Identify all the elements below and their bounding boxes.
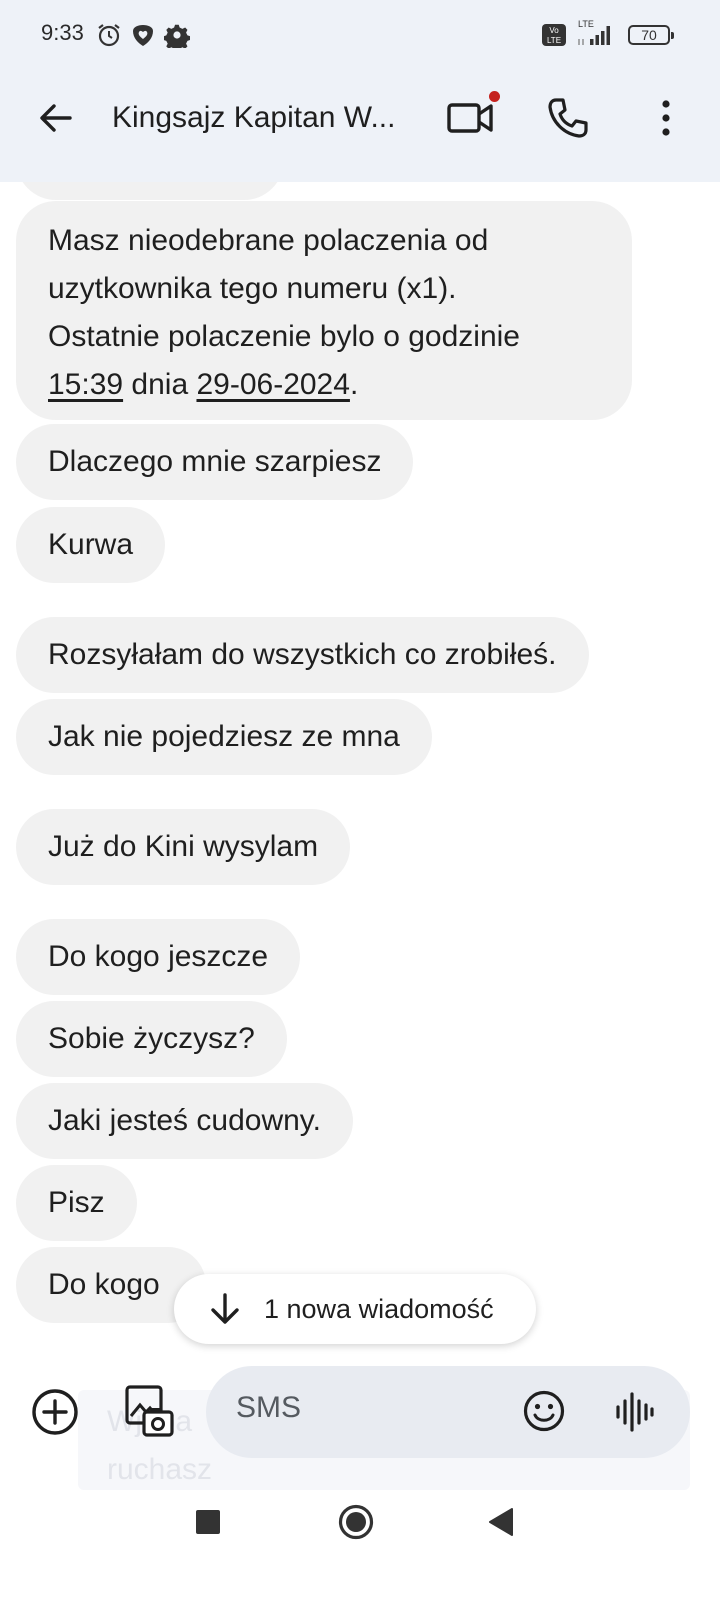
- message-bubble[interactable]: Już do Kini wysylam: [16, 809, 351, 885]
- message-compose-field[interactable]: SMS: [206, 1366, 690, 1458]
- message-bubble[interactable]: Do kogo jeszcze: [16, 919, 301, 995]
- message-text: Dlaczego mnie szarpiesz: [48, 445, 382, 478]
- message-line: Masz nieodebrane polaczenia od: [48, 224, 489, 257]
- nav-back-icon[interactable]: [486, 1506, 516, 1538]
- back-arrow-icon[interactable]: [36, 98, 76, 138]
- arrow-down-icon: [211, 1293, 239, 1324]
- message-bubble[interactable]: Jak nie pojedziesz ze mna: [16, 699, 432, 775]
- message-text: Rozsyłałam do wszystkich co zrobiłeś.: [48, 638, 557, 671]
- emoji-icon[interactable]: [522, 1389, 566, 1433]
- ghost-line: ruchasz: [107, 1453, 213, 1486]
- recents-icon[interactable]: [196, 1510, 220, 1534]
- time-link[interactable]: 15:39: [48, 368, 123, 401]
- message-line: uzytkownika tego numeru (x1).: [48, 272, 457, 305]
- date-link[interactable]: 29-06-2024: [196, 368, 349, 401]
- gallery-camera-icon[interactable]: [124, 1384, 174, 1438]
- status-time: 9:33: [41, 20, 84, 45]
- lte-signal-icon: LTE: [578, 19, 610, 45]
- message-text: .: [349, 368, 359, 401]
- message-text: Jaki jesteś cudowny.: [48, 1104, 321, 1137]
- video-call-icon[interactable]: [446, 96, 496, 140]
- svg-text:Vo: Vo: [549, 26, 559, 35]
- message-bubble[interactable]: Rozsyłałam do wszystkich co zrobiłeś.: [16, 617, 589, 693]
- message-bubble[interactable]: Sobie życzysz?: [16, 1001, 287, 1077]
- home-icon[interactable]: [338, 1504, 374, 1540]
- message-line: 15:39 dnia 29-06-2024.: [48, 361, 600, 409]
- volte-icon: Vo LTE: [542, 24, 566, 46]
- svg-text:LTE: LTE: [578, 19, 594, 29]
- message-text: Sobie życzysz?: [48, 1022, 255, 1055]
- phone-icon[interactable]: [546, 96, 590, 140]
- top-bar: 9:33 Vo LTE LTE 70 Kingsajz Kapitan W...: [0, 0, 720, 182]
- message-text: Do kogo jeszcze: [48, 940, 269, 973]
- new-message-label: 1 nowa wiadomość: [264, 1293, 494, 1324]
- svg-text:LTE: LTE: [547, 36, 561, 45]
- more-vert-icon[interactable]: [646, 98, 686, 138]
- message-bubble[interactable]: Jaki jesteś cudowny.: [16, 1083, 353, 1159]
- battery-icon: 70: [628, 25, 674, 45]
- message-bubble[interactable]: Dlaczego mnie szarpiesz: [16, 424, 414, 500]
- system-nav-bar: [0, 1476, 720, 1600]
- voice-waveform-icon[interactable]: [614, 1390, 654, 1434]
- alarm-icon: [98, 24, 120, 47]
- message-text: Pisz: [48, 1186, 105, 1219]
- add-circle-icon[interactable]: [31, 1388, 79, 1436]
- message-text: Już do Kini wysylam: [48, 830, 319, 863]
- message-bubble[interactable]: Kurwa: [16, 507, 166, 583]
- battery-level: 70: [641, 27, 657, 43]
- message-bubble[interactable]: Pisz: [16, 1165, 137, 1241]
- video-badge-dot: [489, 91, 500, 102]
- message-text: Do kogo: [48, 1268, 160, 1301]
- message-text: Jak nie pojedziesz ze mna: [48, 720, 400, 753]
- message-bubble[interactable]: Masz nieodebrane polaczenia od uzytkowni…: [16, 201, 632, 420]
- conversation-title[interactable]: Kingsajz Kapitan W...: [112, 98, 402, 138]
- new-message-button[interactable]: 1 nowa wiadomość: [174, 1274, 536, 1344]
- message-line: Ostatnie polaczenie bylo o godzinie: [48, 320, 520, 353]
- heart-shield-icon: [133, 25, 153, 46]
- gear-icon: [164, 24, 190, 48]
- compose-placeholder: SMS: [236, 1391, 302, 1424]
- message-text: dnia: [123, 368, 197, 401]
- message-text: Kurwa: [48, 528, 134, 561]
